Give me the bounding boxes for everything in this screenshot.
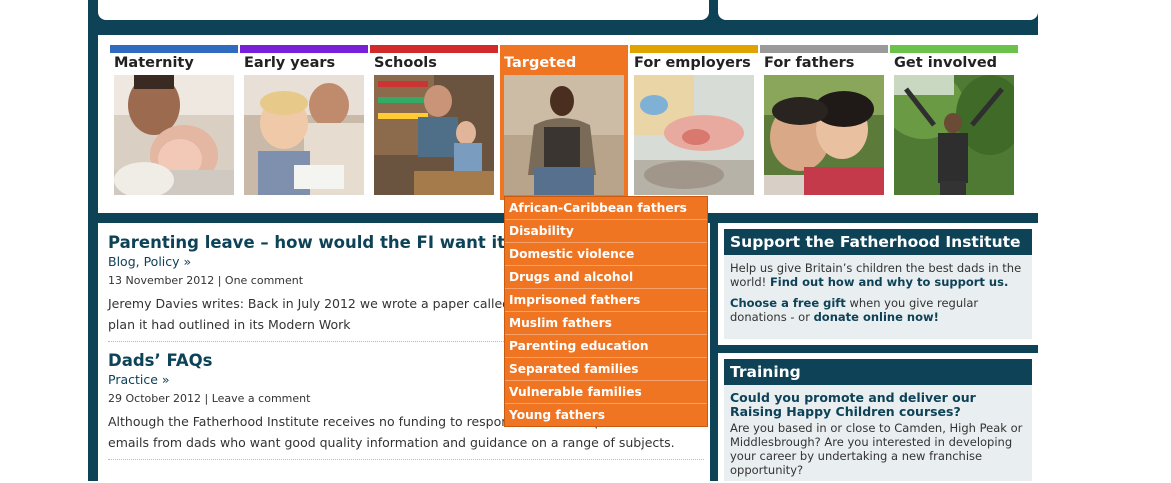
donate-link[interactable]: donate online now! [814, 310, 939, 324]
menu-item-imprisoned-fathers[interactable]: Imprisoned fathers [505, 289, 707, 312]
top-content-box [98, 0, 709, 20]
support-title: Support the Fatherhood Institute [724, 229, 1032, 255]
tab-label: Schools [374, 55, 437, 71]
tab-schools[interactable]: Schools [370, 45, 498, 200]
tab-label: For employers [634, 55, 751, 71]
menu-item-muslim-fathers[interactable]: Muslim fathers [505, 312, 707, 335]
support-link[interactable]: Find out how and why to support us. [770, 275, 1008, 289]
tab-color-bar [760, 45, 888, 53]
tab-color-bar [240, 45, 368, 53]
menu-item-african-caribbean-fathers[interactable]: African-Caribbean fathers [505, 197, 707, 220]
support-widget: Support the Fatherhood Institute Help us… [718, 223, 1038, 345]
menu-item-drugs-and-alcohol[interactable]: Drugs and alcohol [505, 266, 707, 289]
tab-for-employers[interactable]: For employers [630, 45, 758, 200]
tab-label: Maternity [114, 55, 194, 71]
tab-color-bar [890, 45, 1018, 53]
tab-label: Early years [244, 55, 336, 71]
divider [108, 459, 704, 460]
menu-item-parenting-education[interactable]: Parenting education [505, 335, 707, 358]
menu-item-disability[interactable]: Disability [505, 220, 707, 243]
menu-item-vulnerable-families[interactable]: Vulnerable families [505, 381, 707, 404]
tab-color-bar [110, 45, 238, 53]
menu-item-young-fathers[interactable]: Young fathers [505, 404, 707, 426]
training-text: Are you based in or close to Camden, Hig… [730, 421, 1023, 477]
targeted-dropdown-menu: African-Caribbean fathers Disability Dom… [504, 196, 708, 427]
tab-label: Targeted [504, 55, 577, 71]
training-widget: Training Could you promote and deliver o… [718, 353, 1038, 481]
tab-targeted[interactable]: Targeted [500, 45, 628, 200]
baby-hand-photo[interactable] [634, 75, 754, 195]
tab-for-fathers[interactable]: For fathers [760, 45, 888, 200]
training-title: Training [724, 359, 1032, 385]
tab-color-bar [500, 45, 628, 53]
top-side-box [718, 0, 1038, 20]
father-daughter-hug-photo[interactable] [764, 75, 884, 195]
training-question[interactable]: Could you promote and deliver our Raisin… [730, 391, 1026, 419]
father-son-homework-photo[interactable] [374, 75, 494, 195]
tab-color-bar [630, 45, 758, 53]
man-arms-raised-photo[interactable] [894, 75, 1014, 195]
tab-early-years[interactable]: Early years [240, 45, 368, 200]
tab-label: Get involved [894, 55, 998, 71]
menu-item-separated-families[interactable]: Separated families [505, 358, 707, 381]
tab-label: For fathers [764, 55, 855, 71]
young-man-sitting-photo[interactable] [504, 75, 624, 195]
tab-get-involved[interactable]: Get involved [890, 45, 1018, 200]
menu-item-domestic-violence[interactable]: Domestic violence [505, 243, 707, 266]
tab-color-bar [370, 45, 498, 53]
father-holding-newborn-photo[interactable] [114, 75, 234, 195]
free-gift-link[interactable]: Choose a free gift [730, 296, 846, 310]
father-toddler-reading-photo[interactable] [244, 75, 364, 195]
tab-maternity[interactable]: Maternity [110, 45, 238, 200]
